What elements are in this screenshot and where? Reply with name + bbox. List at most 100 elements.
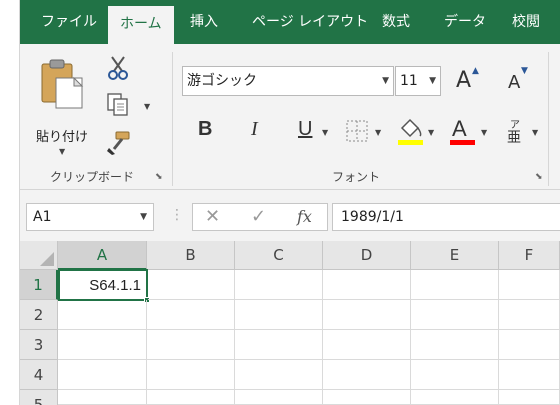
cell-b2[interactable]: [147, 300, 235, 330]
cell-e5[interactable]: [411, 390, 499, 405]
tab-home[interactable]: ホーム: [108, 6, 174, 44]
font-name-value: 游ゴシック: [187, 73, 257, 89]
formula-bar-grip-icon: ⋮: [170, 207, 184, 223]
tab-file[interactable]: ファイル: [41, 0, 97, 44]
cell-d2[interactable]: [323, 300, 411, 330]
cell-f4[interactable]: [499, 360, 560, 390]
name-box-value: A1: [33, 209, 52, 225]
font-group-label: フォント: [332, 170, 381, 184]
font-color-bar: [450, 140, 475, 145]
underline-button[interactable]: U: [298, 118, 312, 141]
cell-b3[interactable]: [147, 330, 235, 360]
column-header-e[interactable]: E: [411, 241, 499, 270]
formula-input[interactable]: 1989/1/1: [332, 203, 560, 231]
font-color-dropdown-icon[interactable]: ▼: [481, 128, 487, 137]
phonetic-button[interactable]: ア 亜: [506, 116, 528, 146]
cell-e3[interactable]: [411, 330, 499, 360]
cell-c1[interactable]: [235, 270, 323, 300]
cell-a5[interactable]: [58, 390, 147, 405]
cell-c5[interactable]: [235, 390, 323, 405]
font-size-select[interactable]: 11 ▼: [395, 66, 441, 96]
font-color-button[interactable]: A: [450, 114, 476, 146]
row-header-2[interactable]: 2: [20, 300, 58, 330]
tab-insert[interactable]: 挿入: [190, 0, 218, 44]
cell-f3[interactable]: [499, 330, 560, 360]
row-header-1[interactable]: 1: [20, 270, 58, 300]
increase-font-size-button[interactable]: A ▲: [454, 66, 482, 96]
font-launcher-icon[interactable]: ⬊: [535, 172, 543, 182]
confirm-entry-button[interactable]: ✓: [251, 204, 266, 230]
cell-f1[interactable]: [499, 270, 560, 300]
font-name-select[interactable]: 游ゴシック ▼: [182, 66, 394, 96]
group-separator: [172, 52, 173, 186]
cell-d5[interactable]: [323, 390, 411, 405]
excel-window: ファイル ホーム 挿入 ページ レイアウト 数式 データ 校閲 貼り付け ▼ ▼…: [20, 0, 560, 405]
font-size-value: 11: [400, 73, 418, 89]
cell-d4[interactable]: [323, 360, 411, 390]
cell-a4[interactable]: [58, 360, 147, 390]
cell-c3[interactable]: [235, 330, 323, 360]
group-separator: [548, 52, 549, 186]
cell-d3[interactable]: [323, 330, 411, 360]
formula-buttons: ✕ ✓ fx: [192, 203, 328, 231]
row-header-3[interactable]: 3: [20, 330, 58, 360]
tab-page-layout[interactable]: ページ レイアウト: [252, 0, 368, 44]
cell-b4[interactable]: [147, 360, 235, 390]
shrink-caret-icon: ▼: [521, 66, 528, 76]
font-name-dropdown-icon: ▼: [382, 76, 389, 86]
column-header-d[interactable]: D: [323, 241, 411, 270]
select-all-button[interactable]: [20, 241, 58, 270]
name-box-dropdown-icon: ▼: [140, 212, 147, 222]
cell-c2[interactable]: [235, 300, 323, 330]
phonetic-bottom: 亜: [507, 130, 521, 146]
cell-e4[interactable]: [411, 360, 499, 390]
underline-dropdown-icon[interactable]: ▼: [322, 128, 328, 137]
cell-a2[interactable]: [58, 300, 147, 330]
paste-label: 貼り付け: [36, 130, 89, 145]
fill-color-dropdown-icon[interactable]: ▼: [428, 128, 434, 137]
font-color-letter: A: [452, 116, 467, 141]
paste-button[interactable]: 貼り付け ▼: [32, 54, 94, 156]
row-header-4[interactable]: 4: [20, 360, 58, 390]
cell-e2[interactable]: [411, 300, 499, 330]
paste-dropdown-icon[interactable]: ▼: [59, 147, 65, 156]
column-header-c[interactable]: C: [235, 241, 323, 270]
column-header-a[interactable]: A: [58, 241, 147, 270]
cell-b5[interactable]: [147, 390, 235, 405]
insert-function-button[interactable]: fx: [297, 204, 312, 230]
cell-b1[interactable]: [148, 270, 235, 300]
cell-f5[interactable]: [499, 390, 560, 405]
increase-font-letter: A: [456, 68, 472, 93]
tab-data[interactable]: データ: [444, 0, 486, 44]
decrease-font-size-button[interactable]: A ▼: [506, 66, 534, 96]
phonetic-dropdown-icon[interactable]: ▼: [532, 128, 538, 137]
cell-e1[interactable]: [411, 270, 499, 300]
clipboard-launcher-icon[interactable]: ⬊: [155, 172, 163, 182]
cell-f2[interactable]: [499, 300, 560, 330]
copy-icon[interactable]: [106, 92, 132, 118]
cell-a1[interactable]: S64.1.1: [58, 269, 148, 301]
row-header-5[interactable]: 5: [20, 390, 58, 405]
window-edge: [0, 0, 20, 405]
bold-button[interactable]: B: [198, 118, 212, 141]
column-header-f[interactable]: F: [499, 241, 560, 270]
name-box[interactable]: A1 ▼: [26, 203, 154, 231]
borders-icon[interactable]: [346, 120, 368, 142]
copy-dropdown-icon[interactable]: ▼: [144, 102, 150, 111]
fill-color-bar: [398, 140, 423, 145]
tab-formulas[interactable]: 数式: [382, 0, 410, 44]
cell-a3[interactable]: [58, 330, 147, 360]
font-size-dropdown-icon: ▼: [429, 76, 436, 86]
borders-dropdown-icon[interactable]: ▼: [375, 128, 381, 137]
ribbon-home: 貼り付け ▼ ▼ クリップボード ⬊ 游ゴシック ▼ 11 ▼ A ▲ A ▼ …: [20, 44, 560, 190]
clipboard-group-label: クリップボード: [50, 170, 135, 184]
cancel-entry-button[interactable]: ✕: [205, 204, 220, 230]
cell-c4[interactable]: [235, 360, 323, 390]
format-painter-icon[interactable]: [106, 130, 132, 156]
italic-button[interactable]: I: [251, 118, 258, 141]
column-header-b[interactable]: B: [147, 241, 235, 270]
cut-icon[interactable]: [106, 55, 130, 81]
formula-bar: A1 ▼ ⋮ ✕ ✓ fx 1989/1/1: [20, 190, 560, 241]
tab-review[interactable]: 校閲: [512, 0, 540, 44]
cell-d1[interactable]: [323, 270, 411, 300]
